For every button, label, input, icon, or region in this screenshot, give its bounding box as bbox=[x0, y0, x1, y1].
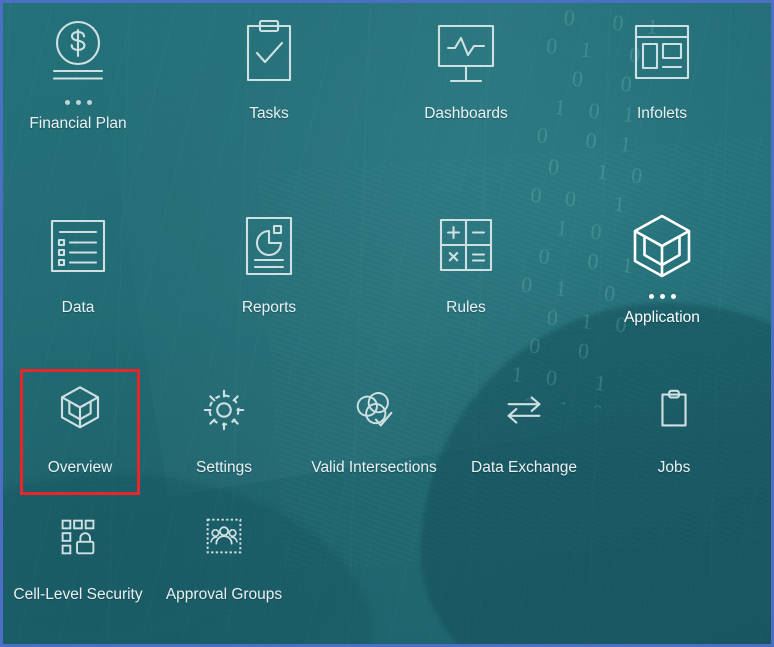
card-reports[interactable]: Reports bbox=[194, 211, 344, 317]
grid-lock-icon bbox=[53, 498, 103, 576]
application-window: 0 1 0 0 0 1 0 1 0 0 0 1 0 1 0 0 1 0 1 0 … bbox=[0, 0, 774, 647]
card-label: Financial Plan bbox=[29, 115, 127, 132]
card-rules[interactable]: Rules bbox=[391, 211, 541, 317]
card-label: Application bbox=[624, 309, 700, 326]
card-label: Reports bbox=[241, 299, 297, 316]
card-valid-intersections[interactable]: Valid Intersections bbox=[299, 371, 449, 477]
clipboard-icon bbox=[649, 371, 699, 449]
cube-outline-icon bbox=[55, 371, 105, 449]
navigator-card-grid: Financial Plan Tasks Dashboards Infolets bbox=[3, 3, 771, 644]
card-label: Dashboards bbox=[424, 105, 508, 122]
calculator-icon bbox=[429, 211, 503, 289]
card-label: Data bbox=[61, 299, 95, 316]
monitor-chart-icon bbox=[429, 17, 503, 95]
card-label: Infolets bbox=[637, 105, 687, 122]
card-approval-groups[interactable]: Approval Groups bbox=[149, 498, 299, 604]
card-overview[interactable]: Overview bbox=[5, 371, 155, 477]
card-more-dots-icon bbox=[648, 294, 676, 299]
report-piechart-icon bbox=[232, 211, 306, 289]
card-label: Approval Groups bbox=[165, 586, 283, 603]
card-tasks[interactable]: Tasks bbox=[194, 17, 344, 123]
venn-check-icon bbox=[349, 371, 399, 449]
card-label: Overview bbox=[47, 459, 113, 476]
card-jobs[interactable]: Jobs bbox=[599, 371, 749, 477]
data-grid-icon bbox=[41, 211, 115, 289]
card-more-dots-icon bbox=[64, 100, 92, 105]
card-financial-plan[interactable]: Financial Plan bbox=[3, 17, 153, 133]
card-label: Settings bbox=[195, 459, 252, 476]
card-label: Rules bbox=[446, 299, 486, 316]
cube-3d-icon bbox=[625, 211, 699, 289]
card-label: Data Exchange bbox=[471, 459, 577, 476]
clipboard-check-icon bbox=[232, 17, 306, 95]
card-label: Valid Intersections bbox=[311, 459, 437, 476]
card-data-exchange[interactable]: Data Exchange bbox=[449, 371, 599, 477]
card-label: Tasks bbox=[249, 105, 289, 122]
infolet-panels-icon bbox=[625, 17, 699, 95]
card-label: Jobs bbox=[657, 459, 691, 476]
card-data[interactable]: Data bbox=[3, 211, 153, 317]
gear-icon bbox=[199, 371, 249, 449]
exchange-arrows-icon bbox=[499, 371, 549, 449]
card-settings[interactable]: Settings bbox=[149, 371, 299, 477]
dollar-circle-icon bbox=[41, 17, 115, 95]
approval-people-icon bbox=[199, 498, 249, 576]
card-cell-level-security[interactable]: Cell-Level Security bbox=[3, 498, 153, 604]
card-label: Cell-Level Security bbox=[13, 586, 143, 603]
card-infolets[interactable]: Infolets bbox=[587, 17, 737, 123]
card-application[interactable]: Application bbox=[587, 211, 737, 327]
card-dashboards[interactable]: Dashboards bbox=[391, 17, 541, 123]
